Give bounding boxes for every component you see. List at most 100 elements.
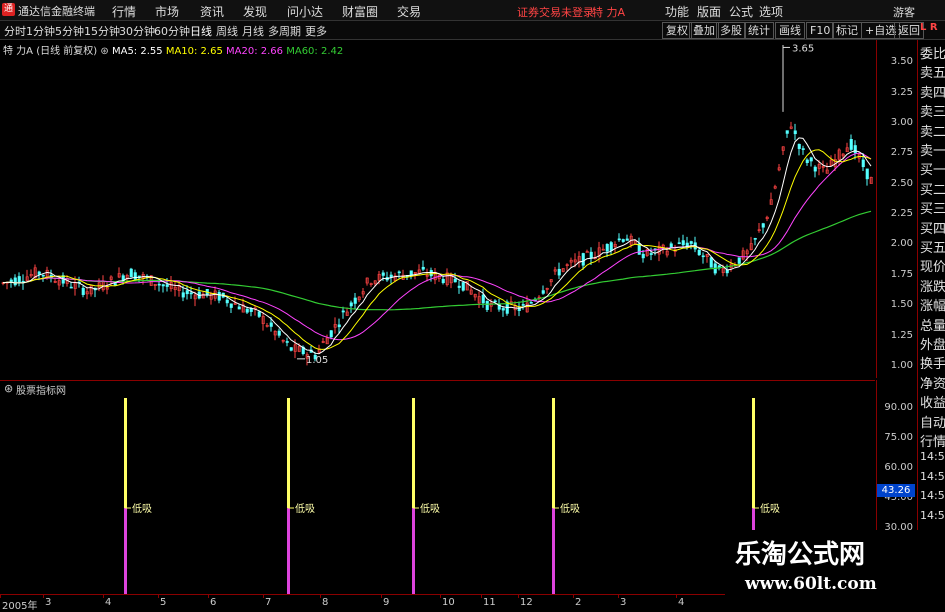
panel-toggle-icon[interactable]: L R	[920, 22, 942, 38]
side-panel-item[interactable]: 14:50	[920, 509, 945, 522]
side-panel-item[interactable]: 买四	[920, 218, 945, 237]
tool-tongji[interactable]: 统计	[744, 22, 774, 39]
signal-bar-top	[287, 398, 290, 508]
price-tick-label: 3.00	[890, 116, 913, 128]
menu-wenxiaoda[interactable]: 问小达	[287, 3, 323, 20]
side-panel-item[interactable]: 委比	[920, 43, 945, 62]
signal-label: 低吸	[132, 502, 152, 515]
candle-body	[753, 238, 757, 240]
side-panel-item[interactable]: 净资	[920, 373, 945, 392]
candle-body	[229, 303, 233, 308]
legend-settings-icon[interactable]: ⊛	[100, 46, 108, 57]
side-panel-item[interactable]: 14:50	[920, 470, 945, 483]
side-panel-item[interactable]: 卖一	[920, 140, 945, 159]
period-1min[interactable]: 1分钟	[26, 23, 55, 39]
date-tick-label: 5	[160, 597, 167, 608]
candle-body	[165, 284, 169, 287]
candle-body	[557, 268, 561, 276]
menu-faxian[interactable]: 发现	[243, 3, 267, 20]
menu-gongshi[interactable]: 公式	[729, 3, 753, 20]
tool-huaxian[interactable]: 画线	[775, 22, 805, 39]
candle-body	[801, 148, 805, 150]
side-panel-item[interactable]: 涨幅	[920, 295, 945, 314]
candle-body	[493, 300, 497, 303]
price-tick-label: 1.50	[890, 299, 913, 311]
legend-ma5: MA5: 2.55	[111, 46, 163, 57]
date-tick-label: 4	[105, 597, 112, 608]
candle-body	[129, 268, 133, 278]
side-panel-item[interactable]: 卖二	[920, 121, 945, 140]
period-60min[interactable]: 60分钟	[154, 23, 190, 39]
menu-zixun[interactable]: 资讯	[200, 3, 224, 20]
candle-body	[285, 341, 289, 343]
menu-hangqing[interactable]: 行情	[112, 3, 136, 20]
guest-label[interactable]: 游客	[893, 4, 915, 20]
high-price-label: 3.65	[792, 43, 814, 54]
side-panel-item[interactable]: 卖五	[920, 62, 945, 81]
low-price-label: 1.05	[306, 355, 328, 366]
menu-shichang[interactable]: 市场	[155, 3, 179, 20]
candle-body	[113, 283, 117, 286]
side-panel-item[interactable]: 卖三	[920, 101, 945, 120]
period-5min[interactable]: 5分钟	[55, 23, 84, 39]
date-tick	[618, 594, 619, 598]
tool-fuquan[interactable]: 复权	[662, 22, 692, 39]
signal-bar-bottom	[552, 508, 555, 608]
candle-body	[621, 239, 625, 242]
indicator-tick-label: 90.00	[884, 402, 913, 413]
side-panel-item[interactable]: 现价	[920, 256, 945, 275]
period-multi[interactable]: 多周期	[268, 23, 301, 39]
tool-duogu[interactable]: 多股	[716, 22, 746, 39]
top-menu-bar: 通 通达信金融终端 行情 市场 资讯 发现 问小达 财富圈 交易 证券交易未登录…	[0, 0, 945, 21]
menu-gongneng[interactable]: 功能	[665, 3, 689, 20]
candle-body	[481, 294, 485, 304]
side-panel-item[interactable]: 行情	[920, 431, 945, 450]
side-panel-item[interactable]: 收益	[920, 392, 945, 411]
date-tick	[320, 594, 321, 598]
candle-body	[257, 311, 261, 317]
candle-body	[69, 286, 73, 289]
date-tick-label: 8	[322, 597, 329, 608]
candle-body	[17, 276, 21, 284]
side-panel-item[interactable]: 卖四	[920, 82, 945, 101]
period-daily[interactable]: 日线	[190, 23, 212, 39]
side-panel-item[interactable]: 买二	[920, 179, 945, 198]
side-panel-item[interactable]: 买三	[920, 198, 945, 217]
tool-biaoji[interactable]: 标记	[832, 22, 862, 39]
tool-diejia[interactable]: 叠加	[689, 22, 719, 39]
period-weekly[interactable]: 周线	[216, 23, 238, 39]
period-monthly[interactable]: 月线	[242, 23, 264, 39]
menu-xuanxiang[interactable]: 选项	[759, 3, 783, 20]
menu-jiaoyi[interactable]: 交易	[397, 3, 421, 20]
side-panel-item[interactable]: 外盘	[920, 334, 945, 353]
candle-body	[185, 290, 189, 295]
side-panel-item[interactable]: 涨跌	[920, 276, 945, 295]
candle-body	[677, 242, 681, 244]
top-stock-name: 特 力A	[592, 6, 626, 19]
side-panel-item[interactable]: 买一	[920, 159, 945, 178]
side-panel-item[interactable]: 14:50	[920, 489, 945, 502]
kline-chart[interactable]: 3.65 1.05	[0, 40, 875, 378]
period-more[interactable]: 更多	[305, 23, 327, 39]
side-panel-item[interactable]: 14:50	[920, 450, 945, 463]
app-title: 通达信金融终端	[18, 5, 95, 18]
side-panel-item[interactable]: 总量	[920, 315, 945, 334]
period-15min[interactable]: 15分钟	[84, 23, 120, 39]
candle-body	[681, 240, 685, 246]
date-tick-label: 12	[520, 597, 533, 608]
candle-body	[337, 324, 341, 328]
menu-caifuquan[interactable]: 财富圈	[342, 3, 378, 20]
period-30min[interactable]: 30分钟	[119, 23, 155, 39]
side-panel-item[interactable]: 买五	[920, 237, 945, 256]
period-fenshi[interactable]: 分时	[4, 23, 26, 39]
tool-f10[interactable]: F10	[806, 22, 835, 39]
menu-banmian[interactable]: 版面	[697, 3, 721, 20]
side-panel-item[interactable]: 换手	[920, 353, 945, 372]
date-tick	[440, 594, 441, 598]
date-tick	[263, 594, 264, 598]
watermark-text: 乐淘公式网	[735, 540, 866, 570]
login-warning[interactable]: 证券交易未登录	[517, 4, 594, 20]
side-panel-item[interactable]: 自动	[920, 412, 945, 431]
ma10-line	[2, 149, 872, 350]
ma20-line	[2, 152, 872, 341]
